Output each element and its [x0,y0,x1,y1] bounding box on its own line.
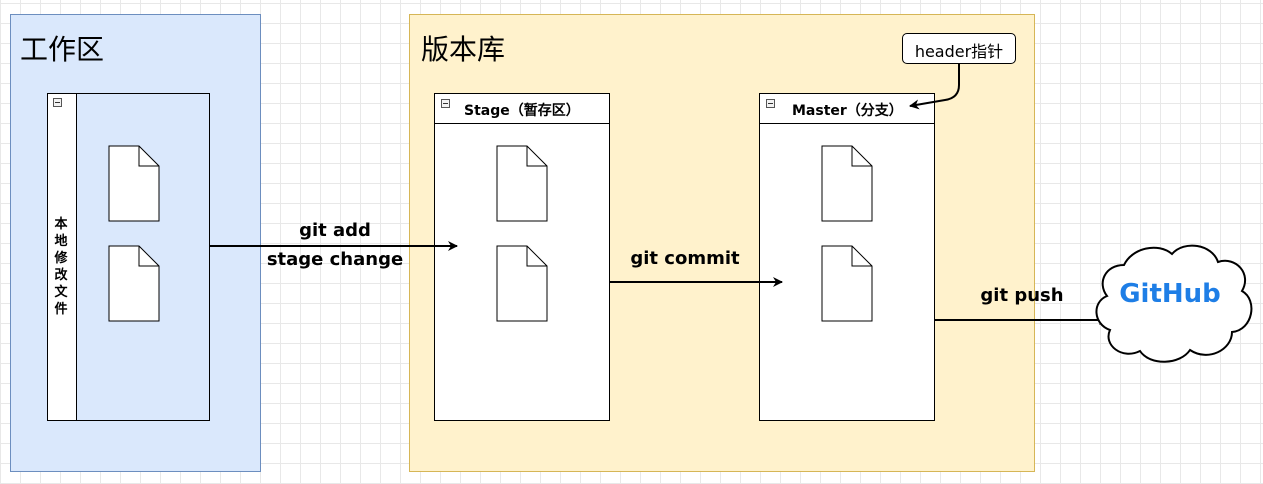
diagram-graphics [108,64,1253,363]
document-icon [108,145,160,222]
document-icon [496,245,548,322]
document-icon [821,145,873,222]
document-icon [108,245,160,322]
header-pointer-arrow [909,64,960,110]
github-label: GitHub [1119,279,1221,309]
document-icon [821,245,873,322]
document-icon [496,145,548,222]
